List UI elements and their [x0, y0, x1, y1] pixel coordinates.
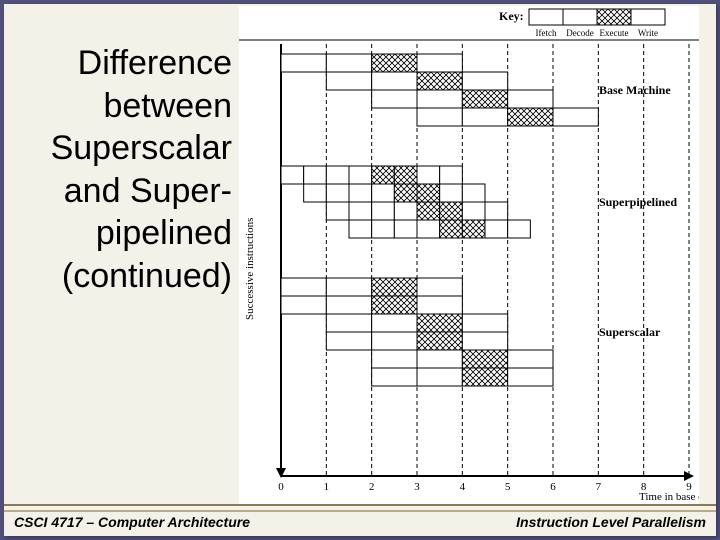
svg-text:3: 3 — [414, 481, 420, 493]
svg-text:Decode: Decode — [566, 28, 593, 38]
title-line: (continued) — [12, 255, 232, 298]
svg-text:Superpipelined: Superpipelined — [599, 195, 677, 209]
svg-text:4: 4 — [460, 481, 466, 493]
svg-text:7: 7 — [596, 481, 602, 493]
svg-text:Time in base cycles: Time in base cycles — [639, 491, 699, 503]
title-line: and Super- — [12, 170, 232, 213]
title-line: Superscalar — [12, 127, 232, 170]
slide-footer: CSCI 4717 – Computer Architecture Instru… — [4, 504, 716, 536]
svg-text:Execute: Execute — [600, 28, 629, 38]
svg-text:1: 1 — [324, 481, 330, 493]
footer-course: CSCI 4717 – Computer Architecture — [14, 514, 250, 530]
svg-text:2: 2 — [369, 481, 375, 493]
svg-text:Key:: Key: — [499, 9, 524, 23]
title-line: between — [12, 85, 232, 128]
svg-text:Write: Write — [638, 28, 658, 38]
svg-text:Base Machine: Base Machine — [599, 83, 671, 97]
title-line: pipelined — [12, 212, 232, 255]
svg-text:Ifetch: Ifetch — [536, 28, 557, 38]
diagram-svg: Key:IfetchDecodeExecuteWrite0123456789Ti… — [239, 6, 699, 504]
footer-topic: Instruction Level Parallelism — [516, 514, 706, 530]
svg-text:0: 0 — [278, 481, 284, 493]
svg-text:Superscalar: Superscalar — [599, 325, 661, 339]
slide: Difference between Superscalar and Super… — [4, 4, 716, 536]
slide-title: Difference between Superscalar and Super… — [12, 42, 232, 297]
svg-text:6: 6 — [550, 481, 556, 493]
svg-text:5: 5 — [505, 481, 511, 493]
svg-text:Successive instructions: Successive instructions — [244, 218, 256, 320]
footer-divider — [4, 510, 716, 512]
title-line: Difference — [12, 42, 232, 85]
pipeline-diagram: Key:IfetchDecodeExecuteWrite0123456789Ti… — [239, 6, 699, 504]
